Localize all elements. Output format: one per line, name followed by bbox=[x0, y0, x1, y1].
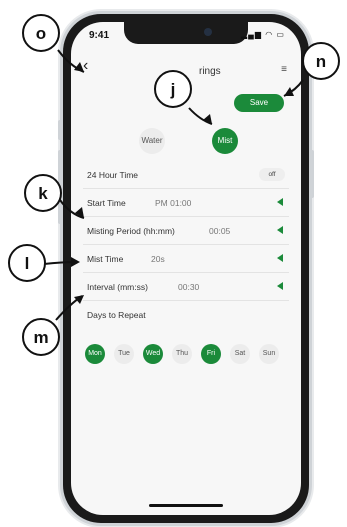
misting-period-label: Misting Period (hh:mm) bbox=[87, 226, 175, 236]
days-to-repeat-label: Days to Repeat bbox=[87, 310, 146, 320]
callout-k: k bbox=[24, 174, 62, 212]
start-time-arrow-icon[interactable] bbox=[277, 198, 283, 206]
callout-l: l bbox=[8, 244, 46, 282]
camera-icon bbox=[204, 28, 212, 36]
misting-period-arrow-icon[interactable] bbox=[277, 226, 283, 234]
hour24-toggle[interactable]: off bbox=[259, 168, 285, 181]
row-interval[interactable]: Interval (mm:ss) 00:30 bbox=[83, 274, 289, 301]
row-start-time[interactable]: Start Time PM 01:00 bbox=[83, 190, 289, 217]
status-time: 9:41 bbox=[89, 30, 110, 41]
callout-m: m bbox=[22, 318, 60, 356]
day-selector-row: Mon Tue Wed Thu Fri Sat Sun bbox=[85, 344, 291, 368]
mode-mist-button[interactable]: Mist bbox=[212, 128, 238, 154]
start-time-value: PM 01:00 bbox=[155, 198, 192, 208]
day-mon-button[interactable]: Mon bbox=[85, 344, 105, 364]
day-tue-button[interactable]: Tue bbox=[114, 344, 134, 364]
home-indicator bbox=[149, 504, 223, 507]
hour24-label: 24 Hour Time bbox=[87, 170, 139, 180]
more-icon[interactable]: ≡ bbox=[281, 64, 287, 75]
mode-water-button[interactable]: Water bbox=[139, 128, 165, 154]
interval-value: 00:30 bbox=[178, 282, 200, 292]
status-icons: ▂▄▆ ◠ ▭ bbox=[241, 30, 285, 39]
day-wed-button[interactable]: Wed bbox=[143, 344, 163, 364]
callout-n: n bbox=[302, 42, 340, 80]
phone-side-button-left-2 bbox=[58, 150, 62, 184]
interval-label: Interval (mm:ss) bbox=[87, 282, 148, 292]
save-button[interactable]: Save bbox=[234, 94, 284, 112]
callout-j: j bbox=[154, 70, 192, 108]
phone-side-button-left-1 bbox=[58, 120, 62, 140]
back-icon[interactable]: ‹ bbox=[83, 58, 88, 74]
day-thu-button[interactable]: Thu bbox=[172, 344, 192, 364]
day-sat-button[interactable]: Sat bbox=[230, 344, 250, 364]
interval-arrow-icon[interactable] bbox=[277, 282, 283, 290]
callout-o: o bbox=[22, 14, 60, 52]
row-24-hour-time: 24 Hour Time off bbox=[83, 162, 289, 189]
page-title: rings bbox=[199, 66, 221, 77]
day-sun-button[interactable]: Sun bbox=[259, 344, 279, 364]
row-mist-time[interactable]: Mist Time 20s bbox=[83, 246, 289, 273]
notch bbox=[124, 22, 248, 44]
phone-side-button-right bbox=[310, 150, 314, 198]
start-time-label: Start Time bbox=[87, 198, 126, 208]
mist-time-arrow-icon[interactable] bbox=[277, 254, 283, 262]
mist-time-label: Mist Time bbox=[87, 254, 124, 264]
misting-period-value: 00:05 bbox=[209, 226, 231, 236]
row-misting-period[interactable]: Misting Period (hh:mm) 00:05 bbox=[83, 218, 289, 245]
day-fri-button[interactable]: Fri bbox=[201, 344, 221, 364]
row-days-to-repeat: Days to Repeat bbox=[83, 302, 289, 328]
mist-time-value: 20s bbox=[151, 254, 165, 264]
